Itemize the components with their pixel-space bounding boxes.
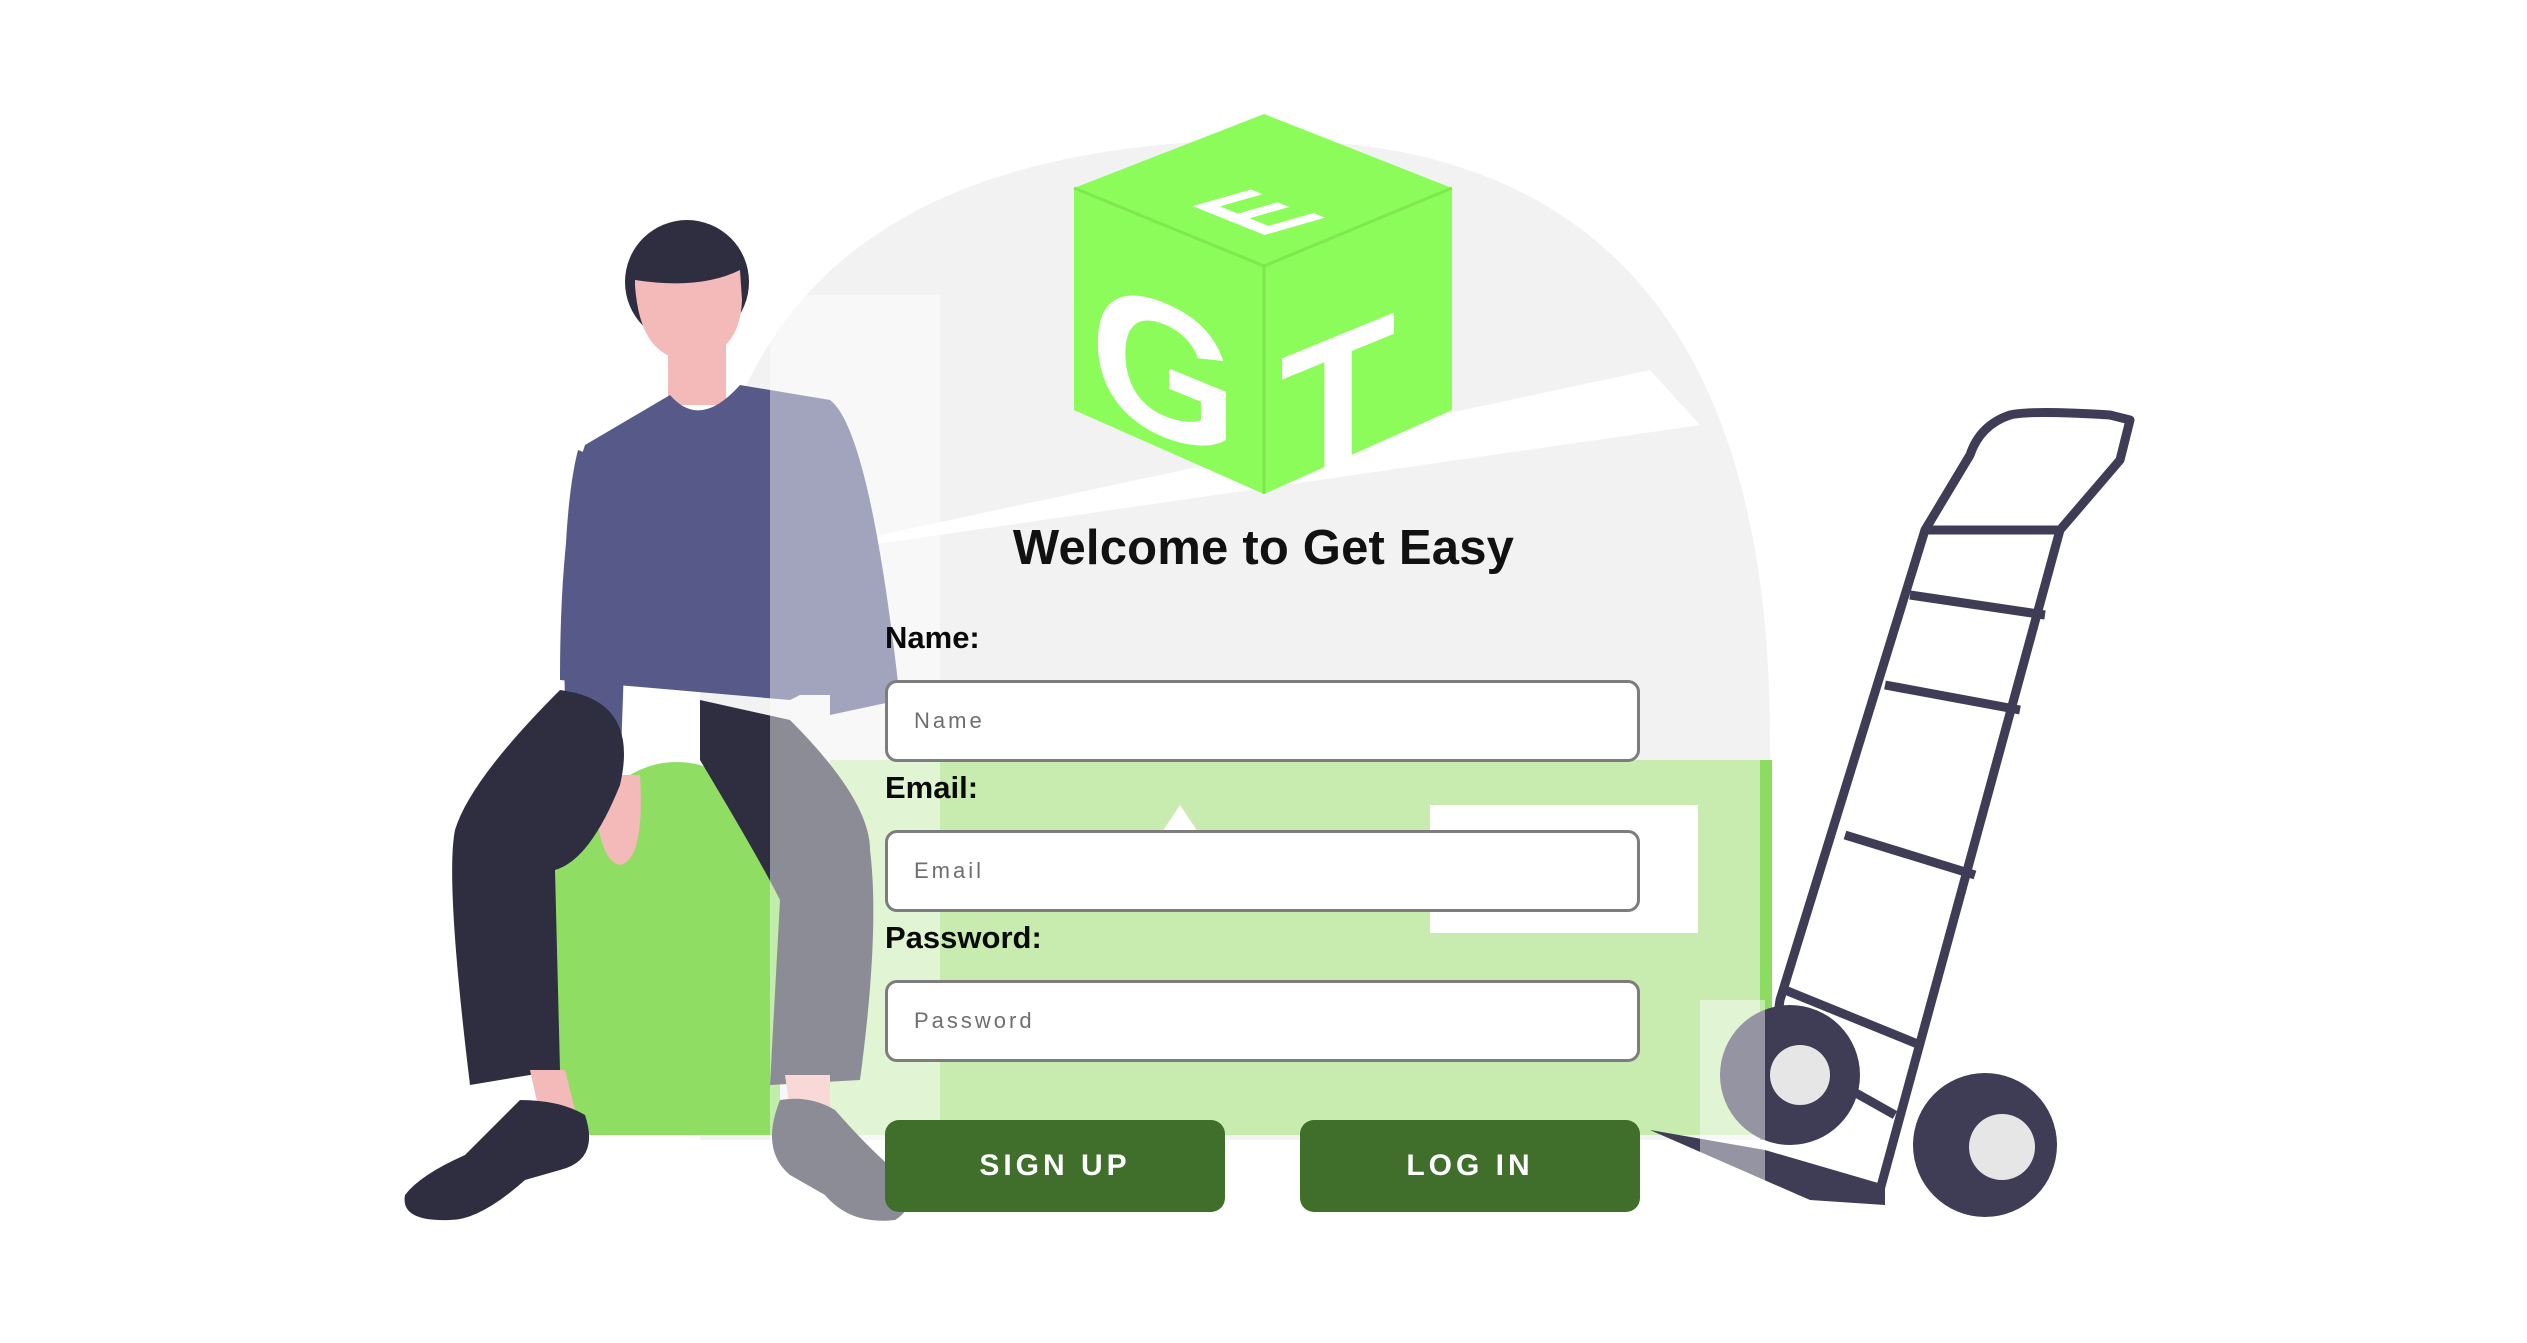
name-input[interactable] <box>885 680 1640 762</box>
email-label: Email: <box>885 770 979 805</box>
email-input[interactable] <box>885 830 1640 912</box>
sign-up-button[interactable]: SIGN UP <box>885 1120 1225 1212</box>
page-title: Welcome to Get Easy <box>1012 521 1515 575</box>
name-label: Name: <box>885 620 980 655</box>
log-in-button[interactable]: LOG IN <box>1300 1120 1640 1212</box>
password-label: Password: <box>885 920 1042 955</box>
page: E G T Welcome to Get Easy Name: Email: P… <box>0 0 2527 1343</box>
get-easy-logo: E G T <box>1073 114 1453 494</box>
password-input[interactable] <box>885 980 1640 1062</box>
